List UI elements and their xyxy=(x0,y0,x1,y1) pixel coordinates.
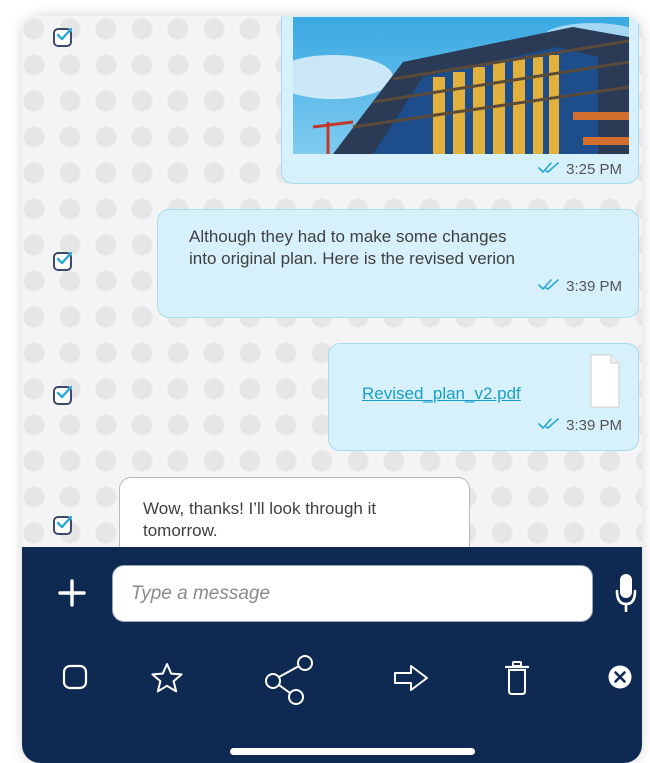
message-text-line: into original plan. Here is the revised … xyxy=(189,249,516,268)
message-bubble-incoming[interactable]: Wow, thanks! I’ll look through it tomorr… xyxy=(119,477,470,547)
chat-area[interactable]: 3:25 PM Although they had to make some c… xyxy=(22,16,642,547)
home-indicator xyxy=(230,748,475,755)
trash-icon[interactable] xyxy=(504,661,530,700)
message-timestamp: 3:39 PM xyxy=(538,417,622,434)
composer-bar xyxy=(22,547,642,763)
file-link[interactable]: Revised_plan_v2.pdf xyxy=(362,384,521,404)
message-text: Wow, thanks! I’ll look through it tomorr… xyxy=(143,498,376,542)
read-ticks-icon xyxy=(538,278,560,295)
share-icon[interactable] xyxy=(263,653,315,710)
read-ticks-icon xyxy=(538,161,560,178)
star-icon[interactable] xyxy=(150,662,184,699)
message-input-box[interactable] xyxy=(112,565,593,622)
time-label: 3:39 PM xyxy=(566,417,622,434)
time-label: 3:25 PM xyxy=(566,161,622,178)
message-bubble-image[interactable]: 3:25 PM xyxy=(281,16,639,184)
message-text: Although they had to make some changes i… xyxy=(189,226,515,270)
square-checkbox-icon[interactable] xyxy=(62,664,88,695)
message-timestamp: 3:25 PM xyxy=(538,161,622,178)
forward-arrow-icon[interactable] xyxy=(393,664,429,697)
message-text-line: Wow, thanks! I’ll look through it xyxy=(143,499,377,518)
microphone-icon[interactable] xyxy=(615,574,637,617)
message-timestamp: 3:39 PM xyxy=(538,278,622,295)
time-label: 3:39 PM xyxy=(566,278,622,295)
message-bubble-file[interactable]: Revised_plan_v2.pdf 3:39 PM xyxy=(328,343,639,451)
read-ticks-icon xyxy=(538,417,560,434)
message-select-checkbox[interactable] xyxy=(53,251,72,271)
message-text-line: Although they had to make some changes xyxy=(189,227,507,246)
message-input[interactable] xyxy=(131,566,571,621)
message-select-checkbox[interactable] xyxy=(53,27,72,47)
document-icon[interactable] xyxy=(590,354,620,413)
message-select-checkbox[interactable] xyxy=(53,515,72,535)
building-photo[interactable] xyxy=(293,17,629,154)
plus-icon[interactable] xyxy=(58,579,86,607)
message-bubble-text[interactable]: Although they had to make some changes i… xyxy=(157,209,639,318)
phone-frame: 3:25 PM Although they had to make some c… xyxy=(22,16,642,763)
message-select-checkbox[interactable] xyxy=(53,385,72,405)
close-circle-icon[interactable] xyxy=(608,665,632,694)
message-text-line: tomorrow. xyxy=(143,521,218,540)
